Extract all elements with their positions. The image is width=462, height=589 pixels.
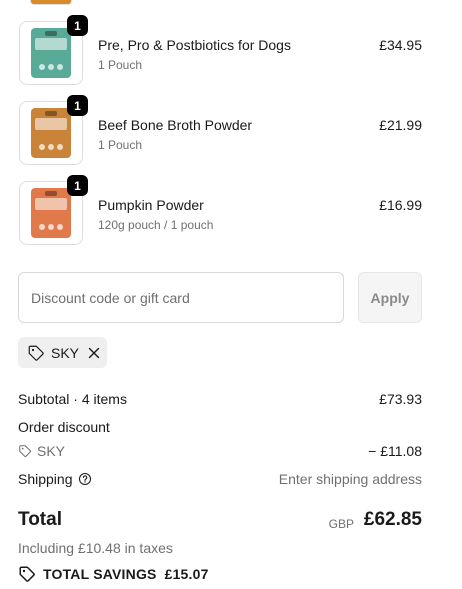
product-pouch-image	[31, 28, 71, 78]
product-thumbnail: 1	[18, 175, 88, 247]
apply-discount-button[interactable]: Apply	[358, 272, 422, 323]
quantity-badge: 1	[67, 95, 88, 116]
currency-code: GBP	[328, 517, 354, 531]
subtotal-label: Subtotal · 4 items	[18, 391, 127, 407]
product-thumbnail: 1	[18, 95, 88, 167]
previous-item-thumbnail	[30, 0, 72, 5]
shipping-label: Shipping	[18, 471, 73, 487]
quantity-badge: 1	[67, 175, 88, 196]
product-variant: 1 Pouch	[98, 138, 143, 152]
savings-value: £15.07	[164, 566, 209, 582]
product-name: Beef Bone Broth Powder	[98, 117, 253, 133]
help-icon[interactable]	[78, 472, 92, 486]
tag-icon	[19, 445, 32, 458]
shipping-label-group: Shipping	[18, 471, 92, 487]
tag-icon	[28, 345, 44, 361]
total-label: Total	[18, 509, 62, 530]
quantity-badge: 1	[67, 15, 88, 36]
discount-code-detail: SKY	[18, 443, 65, 459]
discount-value: − £11.08	[368, 443, 422, 459]
line-item: 1 Beef Bone Broth Powder 1 Pouch £21.99	[18, 95, 422, 167]
total-value: £62.85	[363, 509, 422, 530]
line-item: 1 Pumpkin Powder 120g pouch / 1 pouch £1…	[18, 175, 422, 247]
shipping-value: Enter shipping address	[278, 471, 422, 487]
remove-code-icon[interactable]	[87, 346, 101, 360]
product-price: £16.99	[379, 197, 422, 213]
applied-code-label: SKY	[51, 344, 80, 361]
subtotal-value: £73.93	[379, 391, 422, 407]
product-variant: 120g pouch / 1 pouch	[98, 218, 214, 232]
product-price: £21.99	[379, 117, 422, 133]
order-discount-label: Order discount	[18, 419, 110, 435]
product-variant: 1 Pouch	[98, 58, 143, 72]
product-name: Pre, Pro & Postbiotics for Dogs	[98, 37, 291, 53]
line-item: 1 Pre, Pro & Postbiotics for Dogs 1 Pouc…	[18, 15, 422, 87]
product-pouch-image	[31, 188, 71, 238]
total-row: Total GBP £62.85	[18, 509, 422, 535]
product-name: Pumpkin Powder	[98, 197, 204, 213]
discount-code-input[interactable]	[18, 272, 344, 323]
product-pouch-image	[31, 108, 71, 158]
taxes-note: Including £10.48 in taxes	[18, 540, 173, 556]
total-savings: TOTAL SAVINGS £15.07	[18, 565, 209, 583]
product-thumbnail: 1	[18, 15, 88, 87]
tag-icon	[19, 566, 35, 582]
applied-discount-chip: SKY	[18, 337, 107, 368]
product-price: £34.95	[379, 37, 422, 53]
savings-label: TOTAL SAVINGS	[43, 566, 157, 582]
discount-code-text: SKY	[37, 443, 66, 459]
